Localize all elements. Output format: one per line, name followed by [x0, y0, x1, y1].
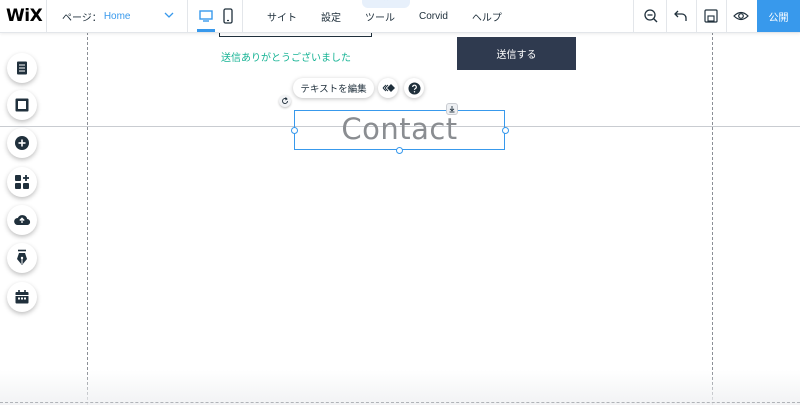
divider — [696, 0, 697, 32]
stage-gridline-left — [87, 32, 88, 405]
collapse-topbar-tab[interactable]: ⌃ — [362, 0, 410, 8]
menu-settings[interactable]: 設定 — [309, 9, 353, 24]
form-success-message: 送信ありがとうございました — [221, 53, 351, 64]
publish-button[interactable]: 公開 — [757, 0, 800, 32]
divider — [46, 0, 47, 32]
divider — [726, 0, 727, 32]
resize-handle-left[interactable] — [291, 127, 298, 134]
download-arrow-icon — [449, 106, 455, 113]
chevron-up-icon: ⌃ — [382, 0, 390, 6]
undo-icon[interactable] — [673, 8, 689, 24]
edit-text-button[interactable]: テキストを編集 — [293, 78, 374, 98]
active-view-indicator — [197, 29, 215, 32]
rotate-handle[interactable] — [279, 95, 291, 107]
divider — [666, 0, 667, 32]
menus-pages-icon — [17, 61, 27, 75]
stage-bottom-shade — [0, 370, 800, 405]
submit-button[interactable]: 送信する — [457, 37, 576, 70]
blog-button[interactable] — [7, 243, 37, 273]
bookings-calendar-icon — [15, 290, 29, 304]
upload-button[interactable] — [7, 205, 37, 235]
rotate-icon — [282, 97, 288, 104]
add-icon — [15, 136, 29, 150]
menu-corvid[interactable]: Corvid — [407, 11, 460, 22]
page-selector[interactable]: ページ： Home — [62, 0, 180, 32]
blog-pen-icon — [17, 249, 27, 265]
app-market-icon — [15, 175, 29, 189]
wix-logo[interactable]: WiX — [6, 5, 43, 27]
app-market-button[interactable] — [7, 167, 37, 197]
stretch-button[interactable] — [446, 103, 458, 115]
menu-help[interactable]: ヘルプ — [460, 9, 514, 24]
menu-site[interactable]: サイト — [255, 9, 309, 24]
editor-top-bar: WiX ページ： Home サイト 設定 ツール Corvid ヘルプ ⌃ 公開 — [0, 0, 800, 33]
bookings-button[interactable] — [7, 282, 37, 312]
page-selector-value: Home — [103, 10, 131, 22]
menu-tools[interactable]: ツール — [353, 9, 407, 24]
animation-button[interactable] — [378, 78, 398, 98]
background-icon — [15, 98, 29, 112]
desktop-view-icon[interactable] — [199, 8, 213, 24]
resize-handle-right[interactable] — [502, 127, 509, 134]
animation-icon — [382, 84, 395, 92]
background-button[interactable] — [7, 90, 37, 120]
help-icon — [408, 82, 420, 94]
add-button[interactable] — [7, 128, 37, 158]
resize-handle-bottom[interactable] — [396, 147, 403, 154]
selection-frame — [294, 110, 505, 150]
menus-pages-button[interactable] — [7, 53, 37, 83]
chevron-down-icon — [164, 12, 174, 18]
stage-bottom-line — [0, 402, 800, 403]
page-selector-label: ページ： — [62, 12, 102, 24]
save-icon[interactable] — [703, 8, 719, 24]
zoom-out-icon[interactable] — [643, 8, 659, 24]
preview-eye-icon[interactable] — [733, 8, 749, 24]
divider — [633, 0, 634, 32]
mobile-view-icon[interactable] — [221, 8, 235, 24]
help-button[interactable] — [404, 78, 424, 98]
stage-gridline-right — [712, 32, 713, 405]
divider — [242, 0, 243, 32]
divider — [187, 0, 188, 32]
upload-icon — [14, 215, 31, 226]
